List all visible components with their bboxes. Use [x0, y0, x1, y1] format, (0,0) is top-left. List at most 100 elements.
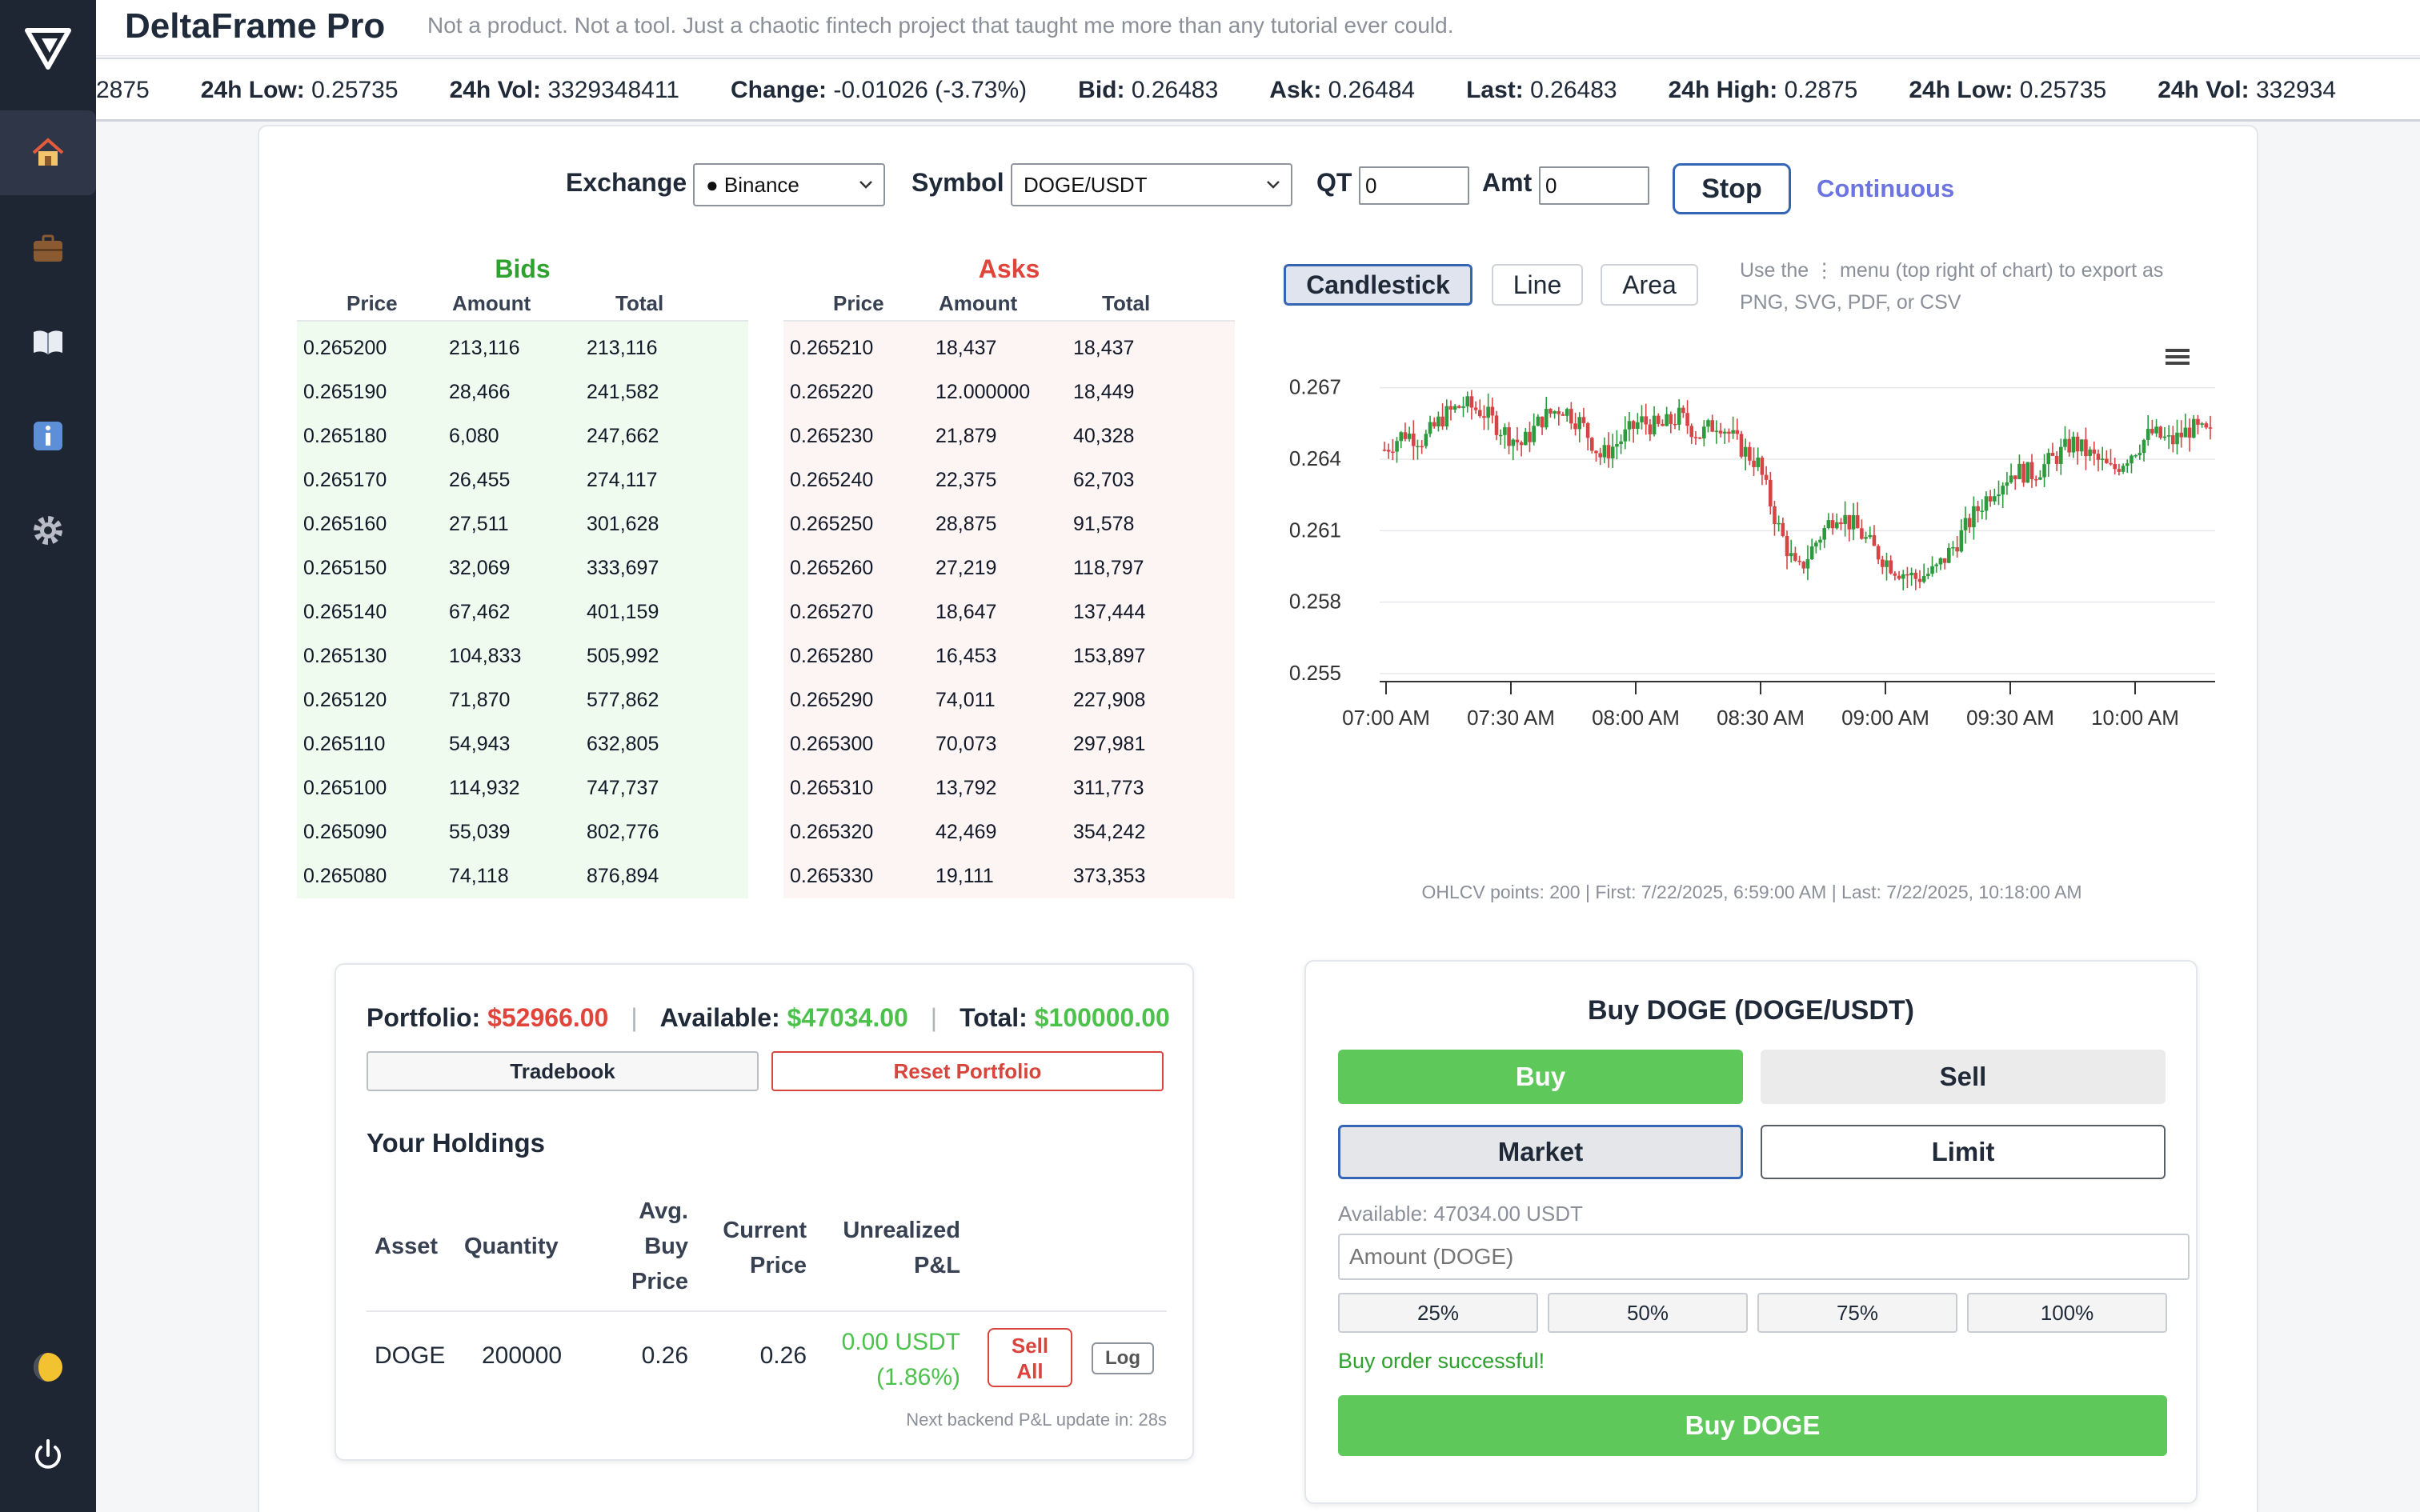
log-button[interactable]: Log [1092, 1342, 1154, 1374]
ticker-value: 0.26484 [1328, 77, 1416, 103]
tab-candlestick[interactable]: Candlestick [1284, 264, 1472, 306]
bids-row[interactable]: 0.265110 54,943 632,805 [297, 722, 748, 766]
candle-body [2100, 458, 2105, 460]
price-ticker: 2875 24h Low: 0.25735 24h Vol: 3329348411 C… [96, 58, 2420, 122]
pct-50-button[interactable]: 50% [1548, 1293, 1748, 1333]
bids-row[interactable]: 0.265180 6,080 247,662 [297, 414, 748, 458]
sidebar-item-docs[interactable] [0, 299, 96, 384]
bids-row[interactable]: 0.265130 104,833 505,992 [297, 634, 748, 678]
candle-body [1524, 431, 1528, 446]
bids-row[interactable]: 0.265170 26,455 274,117 [297, 458, 748, 502]
asks-row[interactable]: 0.265250 28,875 91,578 [783, 502, 1235, 546]
reset-portfolio-button[interactable]: Reset Portfolio [771, 1051, 1164, 1091]
candle-body [1814, 542, 1818, 547]
asks-row[interactable]: 0.265310 13,792 311,773 [783, 766, 1235, 810]
asks-cell-total: 18,437 [1073, 337, 1135, 359]
candle-body [1395, 441, 1399, 452]
bids-row[interactable]: 0.265190 28,466 241,582 [297, 370, 748, 414]
bids-cell-total: 241,582 [587, 381, 659, 403]
symbol-select[interactable]: DOGE/USDT [1011, 163, 1292, 206]
bids-row[interactable]: 0.265200 213,116 213,116 [297, 326, 748, 370]
sell-tab[interactable]: Sell [1761, 1050, 2166, 1104]
power-icon [35, 1439, 61, 1469]
asks-cell-price: 0.265260 [790, 557, 874, 579]
candle-body [1540, 416, 1545, 428]
asks-row[interactable]: 0.265220 12.000000 18,449 [783, 370, 1235, 414]
candle-body [1452, 406, 1457, 410]
asks-row[interactable]: 0.265230 21,879 40,328 [783, 414, 1235, 458]
candlestick-chart[interactable]: 0.267 0.264 0.261 0.258 0.25507:00 AM 07:30 A… [1284, 330, 2220, 867]
asks-row[interactable]: 0.265320 42,469 354,242 [783, 810, 1235, 854]
asks-cell-total: 373,353 [1073, 865, 1146, 887]
book-icon [34, 330, 62, 354]
candle-body [1619, 441, 1623, 445]
bids-row[interactable]: 0.265100 114,932 747,737 [297, 766, 748, 810]
candle-body [1743, 446, 1748, 457]
pct-75-button[interactable]: 75% [1757, 1293, 1957, 1333]
buy-tab[interactable]: Buy [1338, 1050, 1743, 1104]
chevron-down-icon [1267, 181, 1280, 189]
bids-cell-total: 401,159 [587, 601, 659, 623]
candle-body [2009, 475, 2013, 482]
trade-title: Buy DOGE (DOGE/USDT) [1587, 995, 1915, 1026]
limit-tab[interactable]: Limit [1761, 1125, 2166, 1179]
separator: | [930, 1003, 938, 1032]
candle-body [1412, 434, 1416, 446]
candle-body [2200, 423, 2204, 425]
candle-body [1536, 416, 1541, 426]
asks-row[interactable]: 0.265290 74,011 227,908 [783, 678, 1235, 722]
ticker-value: 0.26483 [1131, 77, 1219, 103]
tab-area[interactable]: Area [1601, 264, 1698, 306]
candle-body [2005, 482, 2009, 486]
ticker-label: Bid: [1078, 77, 1125, 103]
bids-row[interactable]: 0.265090 55,039 802,776 [297, 810, 748, 854]
candle-body [1561, 414, 1565, 416]
qt-input[interactable] [1359, 166, 1469, 205]
bids-row[interactable]: 0.265140 67,462 401,159 [297, 590, 748, 634]
bids-row[interactable]: 0.265080 74,118 876,894 [297, 854, 748, 898]
sidebar-item-settings[interactable] [0, 488, 96, 573]
candle-body [1652, 415, 1657, 434]
logo-icon[interactable] [22, 22, 74, 74]
continuous-toggle[interactable]: Continuous [1817, 174, 1954, 203]
stop-button[interactable]: Stop [1673, 163, 1791, 214]
buy-submit-button[interactable]: Buy DOGE [1338, 1395, 2167, 1456]
candle-body [1644, 416, 1649, 425]
asks-row[interactable]: 0.265210 18,437 18,437 [783, 326, 1235, 370]
bids-row[interactable]: 0.265160 27,511 301,628 [297, 502, 748, 546]
col-avg-buy-price-l2: Buy [644, 1234, 688, 1259]
market-tab[interactable]: Market [1338, 1125, 1743, 1179]
asks-row[interactable]: 0.265270 18,647 137,444 [783, 590, 1235, 634]
asks-row[interactable]: 0.265300 70,073 297,981 [783, 722, 1235, 766]
candle-body [1876, 546, 1881, 560]
asks-row[interactable]: 0.265280 16,453 153,897 [783, 634, 1235, 678]
bids-cell-amount: 104,833 [449, 645, 522, 667]
chart-menu-icon[interactable] [2166, 349, 2190, 365]
candle-body [1830, 520, 1835, 529]
candle-body [1681, 407, 1685, 414]
asks-row[interactable]: 0.265330 19,111 373,353 [783, 854, 1235, 898]
tab-line[interactable]: Line [1492, 264, 1583, 306]
bids-row[interactable]: 0.265120 71,870 577,862 [297, 678, 748, 722]
logout-button[interactable] [0, 1413, 96, 1498]
asks-row[interactable]: 0.265260 27,219 118,797 [783, 546, 1235, 590]
candle-body [1689, 426, 1694, 438]
candle-body [1805, 559, 1810, 569]
asks-cell-amount: 12.000000 [936, 381, 1031, 403]
sidebar-item-info[interactable] [0, 394, 96, 478]
tradebook-button[interactable]: Tradebook [367, 1051, 759, 1091]
ticker-item: 24h High: 0.2875 [1669, 77, 1858, 104]
pct-25-button[interactable]: 25% [1338, 1293, 1538, 1333]
bids-row[interactable]: 0.265150 32,069 333,697 [297, 546, 748, 590]
candle-body [1963, 518, 1968, 530]
asks-row[interactable]: 0.265240 22,375 62,703 [783, 458, 1235, 502]
sell-all-button[interactable]: Sell All [988, 1328, 1072, 1387]
ticker-value: -0.01026 (-3.73%) [833, 77, 1028, 103]
portfolio-summary: Portfolio: $52966.00 | Available: $47034.0… [367, 1003, 1170, 1033]
theme-toggle[interactable] [0, 1325, 96, 1410]
amount-input[interactable] [1338, 1234, 2190, 1280]
candle-body [2196, 418, 2200, 425]
exchange-select[interactable]: ● Binance [693, 163, 885, 206]
pct-100-button[interactable]: 100% [1967, 1293, 2167, 1333]
amt-input[interactable] [1539, 166, 1649, 205]
